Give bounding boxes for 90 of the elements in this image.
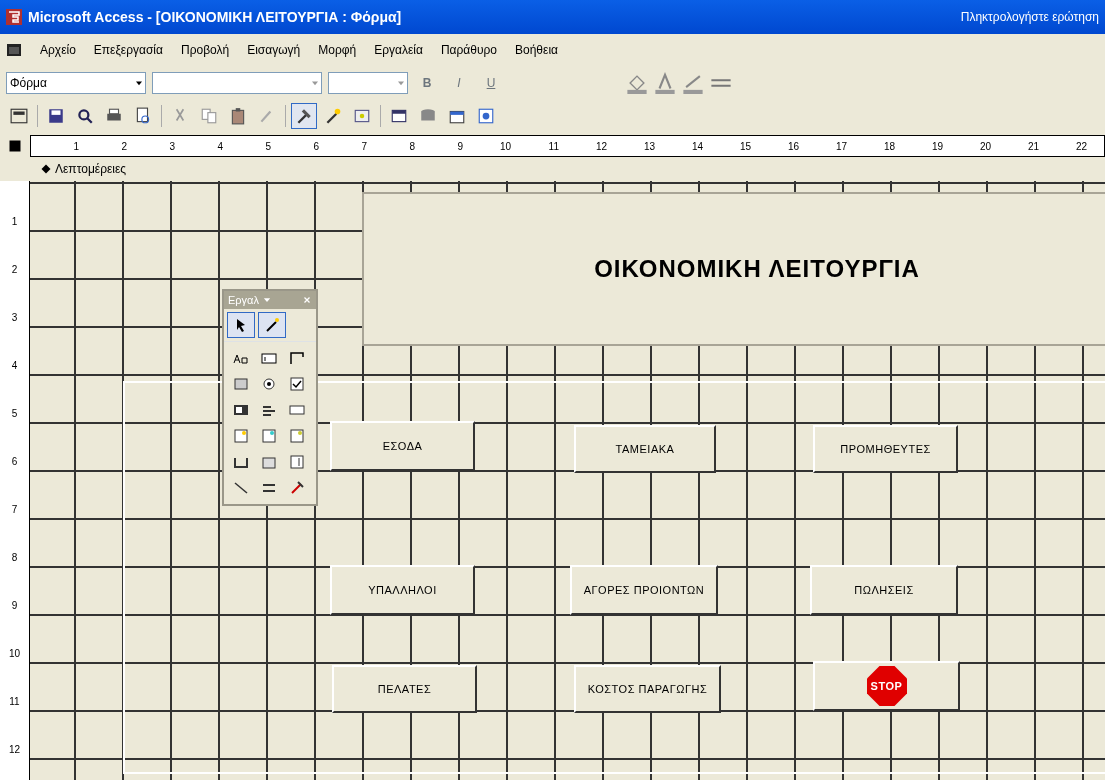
bound-frame-tool-icon[interactable] — [289, 428, 305, 444]
toolbox-title: Εργαλ — [228, 292, 259, 308]
help-icon[interactable] — [477, 106, 495, 125]
ruler-number: 11 — [547, 139, 559, 154]
ruler-number: 17 — [834, 139, 847, 154]
image-tool-icon[interactable] — [233, 428, 249, 444]
ruler-number: 11 — [8, 695, 21, 709]
checkbox-tool-icon[interactable] — [289, 376, 305, 392]
section-header: Λεπτομέρειες — [55, 161, 127, 178]
form-button[interactable]: ΠΡΟΜΗΘΕΥΤΕΣ — [813, 425, 958, 473]
stop-button[interactable]: STOP — [813, 661, 960, 711]
form-button[interactable]: ΠΕΛΑΤΕΣ — [332, 665, 477, 713]
menu-item[interactable]: Βοήθεια — [515, 41, 558, 59]
toggle-tool-icon[interactable] — [233, 376, 249, 392]
ruler-number: 3 — [10, 311, 19, 325]
ruler-number: 3 — [168, 139, 175, 154]
ruler-number: 8 — [408, 139, 415, 154]
menu-item[interactable]: Μορφή — [318, 41, 357, 59]
ruler-number: 1 — [10, 215, 19, 229]
wand-icon[interactable] — [324, 106, 342, 125]
save-icon[interactable] — [47, 106, 65, 125]
bold-button[interactable]: B — [414, 69, 440, 96]
help-question-field[interactable]: Πληκτρολογήστε ερώτηση — [960, 8, 1099, 26]
ruler-number: 15 — [738, 139, 751, 154]
ruler-number: 21 — [1026, 139, 1039, 154]
command-tool-icon[interactable] — [289, 402, 305, 418]
font-color-icon[interactable] — [654, 71, 676, 94]
ruler-number: 2 — [120, 139, 127, 154]
stop-sign-icon — [866, 666, 907, 706]
ruler-number: 6 — [312, 139, 319, 154]
ruler-number: 16 — [786, 139, 799, 154]
ruler-number: 13 — [642, 139, 655, 154]
ruler-number: 20 — [978, 139, 991, 154]
ruler-number: 18 — [882, 139, 895, 154]
preview-icon[interactable] — [134, 106, 152, 125]
ruler-number: 19 — [930, 139, 943, 154]
form-button[interactable]: ΥΠΑΛΛΗΛΟΙ — [330, 565, 475, 615]
ruler-number: 8 — [10, 551, 19, 565]
tab-tool-icon[interactable] — [261, 454, 277, 470]
menu-item[interactable]: Προβολή — [180, 41, 230, 59]
ruler-number: 4 — [10, 359, 19, 373]
ruler-number: 6 — [10, 455, 19, 469]
more-tools-icon[interactable] — [289, 480, 305, 496]
subform-tool-icon[interactable] — [289, 454, 305, 470]
ruler-number: 14 — [690, 139, 703, 154]
menu-item[interactable]: Εισαγωγή — [247, 41, 301, 59]
diamond-arrow-icon — [40, 163, 52, 175]
ruler-number: 12 — [7, 743, 22, 757]
menu-item[interactable]: Παράθυρο — [440, 41, 497, 59]
ruler-number: 4 — [216, 139, 223, 154]
form-title-label: ΟΙΚΟΝΟΜΙΚΗ ΛΕΙΤΟΥΡΓΙΑ — [594, 254, 920, 284]
window-title: Microsoft Access - [ΟΙΚΟΝΟΜΙΚΗ ΛΕΙΤΟΥΡΓΙΑ : Φόρμα] — [28, 7, 402, 27]
paste-icon[interactable] — [229, 106, 247, 125]
line-tool-icon[interactable] — [233, 480, 249, 496]
form-button[interactable]: ΑΓΟΡΕΣ ΠΡΟΙΟΝΤΩΝ — [570, 565, 718, 615]
ruler-number: 2 — [10, 263, 19, 277]
ruler-number: 9 — [10, 599, 19, 613]
ruler-number: 10 — [498, 139, 511, 154]
ruler-number: 10 — [7, 647, 22, 661]
form-button[interactable]: ΤΑΜΕΙΑΚΑ — [574, 425, 716, 473]
ruler-number: 5 — [10, 407, 19, 421]
ruler-number: 5 — [264, 139, 271, 154]
menu-item[interactable]: Αρχείο — [40, 41, 76, 59]
ruler-number: 12 — [594, 139, 607, 154]
textbox-tool-icon[interactable] — [261, 350, 277, 366]
menu-item[interactable]: Εργαλεία — [374, 41, 423, 59]
unbound-frame-tool-icon[interactable] — [261, 428, 277, 444]
ruler-number: 7 — [360, 139, 367, 154]
ruler-number: 22 — [1074, 139, 1087, 154]
object-dropdown[interactable]: Φόρμα — [6, 71, 146, 94]
frame-tool-icon[interactable] — [289, 350, 305, 366]
wand-icon[interactable] — [264, 317, 280, 333]
underline-button[interactable]: U — [478, 69, 504, 96]
font-dropdown[interactable] — [152, 71, 322, 94]
form-button[interactable]: ΚΟΣΤΟΣ ΠΑΡΑΓΩΓΗΣ — [574, 665, 721, 713]
ruler-number: 7 — [10, 503, 19, 517]
ruler-number: 1 — [72, 139, 79, 154]
ruler-number: 9 — [456, 139, 463, 154]
menu-item[interactable]: Επεξεργασία — [93, 41, 163, 59]
form-button[interactable]: ΕΣΟΔΑ — [330, 421, 475, 471]
form-button[interactable]: ΠΩΛΗΣΕΙΣ — [810, 565, 958, 615]
copy-icon[interactable] — [200, 106, 218, 125]
italic-button[interactable]: I — [446, 69, 472, 96]
document-icon[interactable] — [6, 42, 22, 58]
access-key-icon — [6, 9, 22, 25]
combo-tool-icon[interactable] — [233, 402, 249, 418]
font-size-dropdown[interactable] — [328, 71, 408, 94]
search-icon[interactable] — [76, 106, 94, 125]
radio-tool-icon[interactable] — [261, 376, 277, 392]
view-icon[interactable] — [10, 106, 28, 125]
